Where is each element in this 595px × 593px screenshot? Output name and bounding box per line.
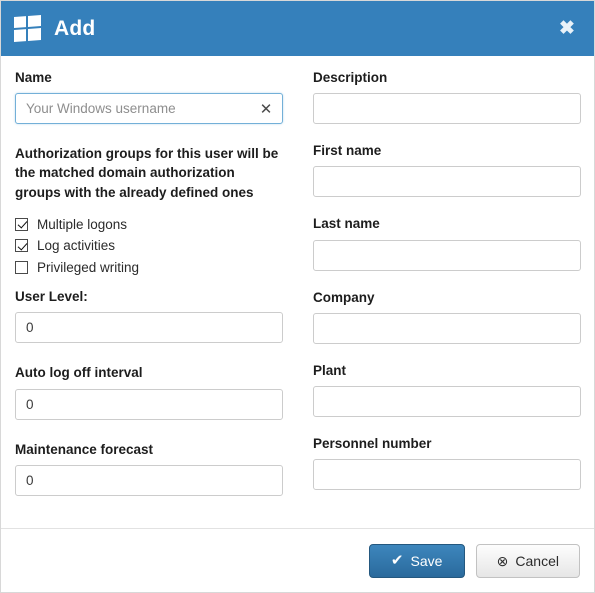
personnel-number-label: Personnel number bbox=[313, 435, 432, 451]
checkbox-multiple-logons[interactable]: Multiple logons bbox=[15, 218, 283, 232]
checkbox-log-activities[interactable]: Log activities bbox=[15, 239, 283, 253]
first-name-input[interactable] bbox=[313, 166, 581, 198]
checkbox-label: Log activities bbox=[37, 238, 116, 254]
company-label: Company bbox=[313, 289, 375, 305]
name-input[interactable] bbox=[15, 93, 283, 125]
field-name: Name ✕ bbox=[15, 70, 283, 125]
field-personnel-number: Personnel number bbox=[313, 435, 581, 491]
circle-x-icon: ⊗ bbox=[496, 552, 509, 569]
name-label: Name bbox=[15, 70, 52, 85]
personnel-number-input[interactable] bbox=[313, 459, 581, 491]
maintenance-forecast-input[interactable] bbox=[15, 464, 283, 496]
checkbox-label: Multiple logons bbox=[37, 216, 128, 232]
field-user-level: User Level: bbox=[15, 289, 283, 344]
company-input[interactable] bbox=[313, 312, 581, 344]
description-label: Description bbox=[313, 70, 388, 85]
save-button[interactable]: ✔ Save bbox=[368, 543, 465, 578]
first-name-label: First name bbox=[313, 143, 382, 159]
auto-log-off-interval-label: Auto log off interval bbox=[15, 365, 143, 381]
save-button-label: Save bbox=[410, 552, 443, 569]
cancel-button[interactable]: ⊗ Cancel bbox=[475, 543, 580, 578]
plant-input[interactable] bbox=[313, 385, 581, 417]
field-maintenance-forecast: Maintenance forecast bbox=[15, 442, 283, 496]
auto-log-off-interval-input[interactable] bbox=[15, 388, 283, 420]
field-company: Company bbox=[313, 290, 581, 344]
last-name-input[interactable] bbox=[313, 239, 581, 271]
last-name-label: Last name bbox=[313, 216, 380, 232]
right-column: Description First name Last name Company bbox=[313, 70, 581, 510]
dialog-footer: ✔ Save ⊗ Cancel bbox=[1, 528, 594, 592]
plant-label: Plant bbox=[313, 362, 347, 378]
check-icon: ✔ bbox=[390, 552, 404, 569]
checkbox-box bbox=[15, 239, 28, 253]
dialog-title: Add bbox=[54, 17, 96, 40]
field-auto-log-off-interval: Auto log off interval bbox=[15, 365, 283, 420]
clear-icon[interactable]: ✕ bbox=[258, 93, 274, 124]
checkbox-box bbox=[15, 260, 28, 274]
checkbox-privileged-writing[interactable]: Privileged writing bbox=[15, 261, 283, 275]
user-level-input[interactable] bbox=[15, 312, 283, 344]
windows-logo-icon bbox=[14, 14, 41, 43]
cancel-button-label: Cancel bbox=[515, 552, 559, 569]
field-last-name: Last name bbox=[313, 216, 581, 271]
field-description: Description bbox=[313, 70, 581, 125]
maintenance-forecast-label: Maintenance forecast bbox=[15, 441, 154, 457]
authorization-note: Authorization groups for this user will … bbox=[15, 146, 279, 200]
close-icon[interactable]: ✖ bbox=[554, 16, 580, 42]
left-column: Name ✕ Authorization groups for this use… bbox=[15, 70, 283, 510]
field-first-name: First name bbox=[313, 143, 581, 198]
dialog-header: Add ✖ bbox=[1, 1, 594, 56]
dialog-body: Name ✕ Authorization groups for this use… bbox=[1, 56, 594, 529]
checkbox-box bbox=[15, 217, 28, 231]
checkbox-label: Privileged writing bbox=[37, 259, 140, 275]
description-input[interactable] bbox=[313, 93, 581, 125]
user-level-label: User Level: bbox=[15, 289, 88, 305]
field-plant: Plant bbox=[313, 363, 581, 417]
add-user-dialog: Add ✖ Name ✕ Authorization groups for th… bbox=[0, 0, 595, 593]
